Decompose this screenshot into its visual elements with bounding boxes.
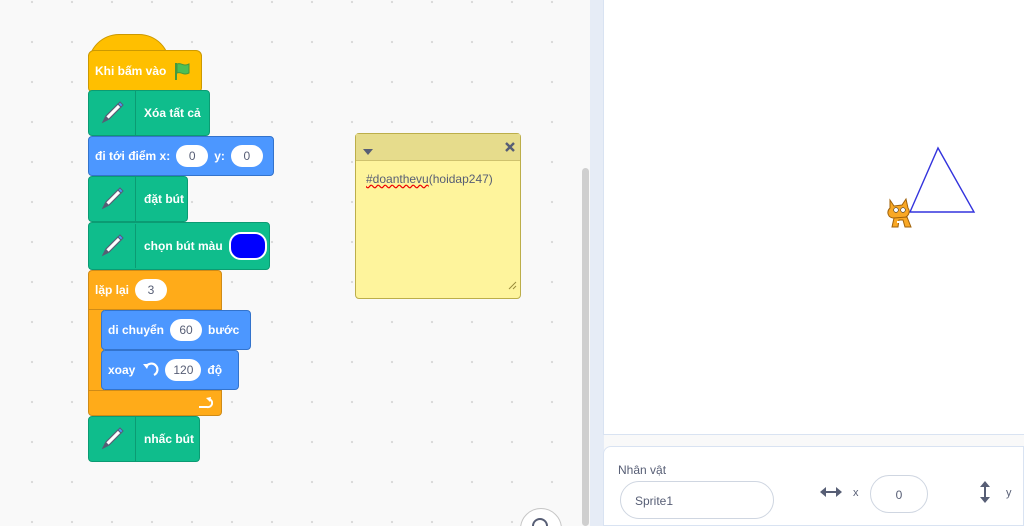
y-label: y — [1006, 487, 1012, 499]
repeat-label: lặp lại — [95, 283, 130, 297]
repeat-block[interactable]: lặp lại 3 — [88, 270, 222, 310]
sprite-info-pane: Nhân vật Sprite1 x 0 y — [603, 446, 1024, 526]
comment-header[interactable] — [356, 134, 520, 161]
repeat-count-input[interactable]: 3 — [135, 279, 168, 301]
goto-label: đi tới điểm x: — [95, 149, 171, 163]
collapse-triangle-icon[interactable] — [363, 143, 373, 161]
turn-degrees-input[interactable]: 120 — [165, 359, 202, 381]
sprite-x-field[interactable]: 0 — [870, 475, 928, 513]
code-workspace[interactable]: Khi bấm vào Xóa tất cả đi tới điểm x: 0 … — [0, 0, 590, 526]
turn-left-block[interactable]: xoay 120 độ — [101, 350, 239, 390]
pen-icon — [89, 224, 136, 268]
sprite-name-field[interactable]: Sprite1 — [620, 481, 774, 519]
pen-icon — [89, 417, 136, 461]
move-label: di chuyển — [108, 323, 165, 337]
x-label: x — [853, 487, 859, 499]
drawn-triangle — [908, 146, 976, 213]
workspace-comment[interactable]: #doanthevu(hoidap247) — [355, 133, 521, 299]
comment-text-underlined: #doanthevu — [366, 172, 429, 186]
move-steps-input[interactable]: 60 — [170, 319, 203, 341]
move-unit-label: bước — [208, 323, 240, 337]
goto-x-input[interactable]: 0 — [176, 145, 209, 167]
panel-divider — [590, 0, 604, 526]
when-flag-clicked-block[interactable]: Khi bấm vào — [88, 50, 202, 92]
clear-all-label: Xóa tất cả — [144, 106, 201, 120]
pen-down-block[interactable]: đặt bút — [88, 176, 188, 222]
clear-all-block[interactable]: Xóa tất cả — [88, 90, 210, 136]
pen-up-block[interactable]: nhấc bút — [88, 416, 200, 462]
arrows-horizontal-icon — [820, 485, 842, 504]
resize-grip-icon[interactable] — [507, 277, 517, 295]
arrows-vertical-icon — [978, 481, 992, 508]
close-icon[interactable] — [504, 140, 516, 158]
goto-y-input[interactable]: 0 — [230, 145, 263, 167]
set-pen-color-block[interactable]: chọn bút màu — [88, 222, 270, 270]
repeat-block-bottom — [88, 390, 222, 416]
pen-icon — [89, 177, 136, 221]
pen-up-label: nhấc bút — [144, 432, 194, 446]
goto-y-label: y: — [214, 149, 225, 163]
move-steps-block[interactable]: di chuyển 60 bước — [101, 310, 251, 350]
pen-down-label: đặt bút — [144, 192, 184, 206]
zoom-button[interactable] — [520, 508, 562, 526]
comment-text[interactable]: #doanthevu(hoidap247) — [366, 172, 493, 186]
green-flag-icon — [172, 61, 192, 81]
stage-drawing — [908, 146, 976, 213]
turn-left-icon — [141, 361, 159, 379]
stage[interactable] — [603, 0, 1024, 435]
pen-icon — [89, 91, 136, 135]
when-flag-clicked-label: Khi bấm vào — [95, 64, 167, 78]
sprite-section-label: Nhân vật — [618, 463, 667, 477]
turn-label: xoay — [108, 363, 136, 377]
workspace-scrollbar[interactable] — [582, 168, 589, 526]
scratch-cat-sprite[interactable] — [884, 196, 916, 235]
pen-color-swatch[interactable] — [228, 232, 267, 260]
loop-arrow-icon — [197, 396, 213, 410]
turn-unit-label: độ — [207, 363, 223, 377]
goto-xy-block[interactable]: đi tới điểm x: 0 y: 0 — [88, 136, 274, 176]
set-pen-color-label: chọn bút màu — [144, 239, 223, 253]
comment-text-rest: (hoidap247) — [428, 172, 493, 186]
